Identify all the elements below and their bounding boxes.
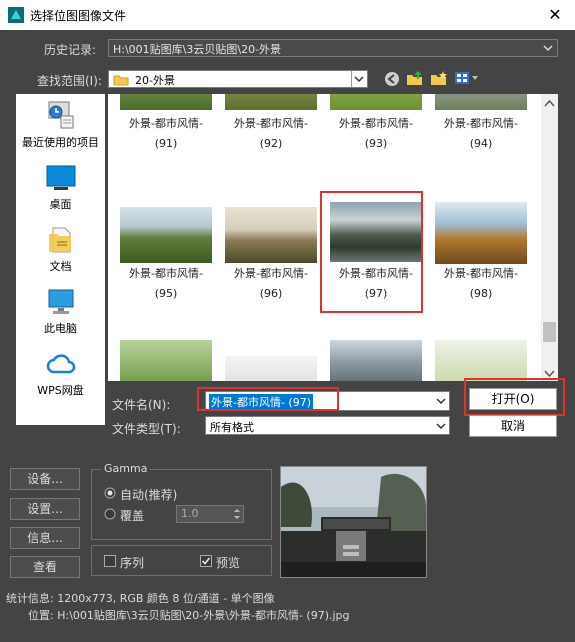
- open-button-highlight: [464, 378, 565, 416]
- place-label: 最近使用的项目: [22, 136, 99, 149]
- gamma-override-spinner[interactable]: 1.0: [176, 505, 244, 523]
- new-folder-icon[interactable]: [430, 70, 448, 89]
- filename-highlight: [197, 387, 339, 411]
- place-label: 文档: [49, 260, 72, 273]
- gamma-auto-label: 自动(推荐): [120, 488, 178, 502]
- chevron-down-icon[interactable]: [435, 419, 447, 436]
- file-thumbnail[interactable]: [435, 202, 527, 264]
- file-thumbnail[interactable]: [330, 94, 422, 110]
- wps-cloud-icon: [45, 350, 77, 378]
- selected-item-highlight: [320, 191, 423, 313]
- history-combo[interactable]: H:\001贴图库\3云贝贴图\20-外景: [108, 39, 558, 57]
- file-caption[interactable]: 外景-都市风情- (92): [216, 114, 326, 154]
- place-label: 此电脑: [44, 322, 77, 335]
- back-icon[interactable]: [384, 71, 400, 90]
- spinner-arrows-icon[interactable]: [232, 507, 242, 521]
- title-bar: 选择位图图像文件 ✕: [0, 0, 575, 30]
- history-value: H:\001贴图库\3云贝贴图\20-外景: [113, 43, 282, 56]
- stats-value: 1200x773, RGB 颜色 8 位/通道 - 单个图像: [57, 592, 275, 605]
- stats-row: 统计信息: 1200x773, RGB 颜色 8 位/通道 - 单个图像: [6, 590, 275, 606]
- window-title: 选择位图图像文件: [30, 9, 127, 23]
- sequence-label: 序列: [120, 556, 145, 570]
- place-this-pc[interactable]: 此电脑: [16, 288, 105, 336]
- filetype-select[interactable]: 所有格式: [205, 416, 450, 435]
- file-caption[interactable]: 外景-都市风情- (93): [321, 114, 431, 154]
- file-thumbnail[interactable]: [330, 340, 422, 381]
- preview-image: [280, 466, 427, 578]
- filetype-value: 所有格式: [210, 421, 254, 434]
- 3dsmax-app-icon: [7, 6, 25, 24]
- computer-icon: [45, 288, 77, 316]
- gamma-auto-radio[interactable]: [104, 487, 116, 502]
- place-wps-cloud[interactable]: WPS网盘: [16, 350, 105, 398]
- place-recent-items[interactable]: 最近使用的项目: [16, 100, 105, 152]
- filetype-label: 文件类型(T):: [112, 422, 181, 436]
- chevron-down-icon[interactable]: [351, 71, 365, 87]
- up-folder-icon[interactable]: [406, 70, 424, 89]
- file-thumbnail[interactable]: [435, 340, 527, 381]
- file-caption[interactable]: 外景-都市风情- (94): [426, 114, 536, 154]
- gamma-override-radio[interactable]: [104, 508, 116, 523]
- setup-button[interactable]: 设备...: [10, 468, 80, 490]
- file-thumbnail[interactable]: [225, 94, 317, 110]
- chevron-down-icon[interactable]: [541, 40, 555, 56]
- file-thumbnail[interactable]: [435, 94, 527, 110]
- desktop-icon: [45, 164, 77, 192]
- view-button[interactable]: 查看: [10, 556, 80, 578]
- places-bar: 最近使用的项目 桌面 文档 此电脑 WPS网盘: [16, 94, 105, 425]
- preview-checkbox[interactable]: [200, 555, 212, 570]
- recent-items-icon: [45, 100, 77, 130]
- file-caption[interactable]: 外景-都市风情- (95): [111, 264, 221, 304]
- options-group: [91, 545, 272, 576]
- documents-icon: [45, 226, 77, 254]
- place-label: 桌面: [49, 198, 72, 211]
- file-list-view[interactable]: 外景-都市风情- (91) 外景-都市风情- (92) 外景-都市风情- (93) 外…: [108, 94, 558, 381]
- file-list-scrollbar[interactable]: [541, 94, 558, 381]
- lookin-value: 20-外景: [135, 74, 175, 87]
- gamma-title: Gamma: [101, 462, 151, 475]
- view-menu-icon[interactable]: [454, 70, 480, 89]
- preview-label: 预览: [216, 556, 241, 570]
- file-thumbnail[interactable]: [120, 207, 212, 263]
- file-caption[interactable]: 外景-都市风情- (91): [111, 114, 221, 154]
- chevron-down-icon[interactable]: [435, 394, 447, 411]
- file-thumbnail[interactable]: [225, 356, 317, 381]
- folder-icon: [113, 73, 129, 89]
- file-thumbnail[interactable]: [120, 94, 212, 110]
- file-caption[interactable]: 外景-都市风情- (98): [426, 264, 536, 304]
- settings-button[interactable]: 设置...: [10, 498, 80, 520]
- lookin-label: 查找范围(I):: [37, 74, 102, 88]
- stats-label: 统计信息:: [6, 592, 54, 605]
- place-label: WPS网盘: [37, 384, 84, 397]
- location-label: 位置:: [28, 609, 54, 622]
- cancel-button[interactable]: 取消: [469, 415, 557, 437]
- close-icon[interactable]: ✕: [540, 2, 570, 28]
- scroll-thumb[interactable]: [543, 322, 556, 342]
- place-desktop[interactable]: 桌面: [16, 164, 105, 212]
- history-label: 历史记录:: [44, 43, 97, 57]
- gamma-override-value: 1.0: [181, 507, 199, 520]
- place-documents[interactable]: 文档: [16, 226, 105, 274]
- file-thumbnail[interactable]: [120, 340, 212, 381]
- scroll-up-icon[interactable]: [544, 96, 555, 110]
- filename-label: 文件名(N):: [112, 398, 171, 412]
- file-caption[interactable]: 外景-都市风情- (96): [216, 264, 326, 304]
- location-row: 位置: H:\001贴图库\3云贝贴图\20-外景\外景-都市风情- (97).…: [28, 607, 350, 623]
- location-value: H:\001贴图库\3云贝贴图\20-外景\外景-都市风情- (97).jpg: [57, 609, 350, 622]
- sequence-checkbox[interactable]: [104, 555, 116, 570]
- info-button[interactable]: 信息...: [10, 527, 80, 549]
- gamma-override-label: 覆盖: [120, 509, 145, 523]
- file-thumbnail[interactable]: [225, 207, 317, 263]
- lookin-combo[interactable]: 20-外景: [108, 70, 368, 88]
